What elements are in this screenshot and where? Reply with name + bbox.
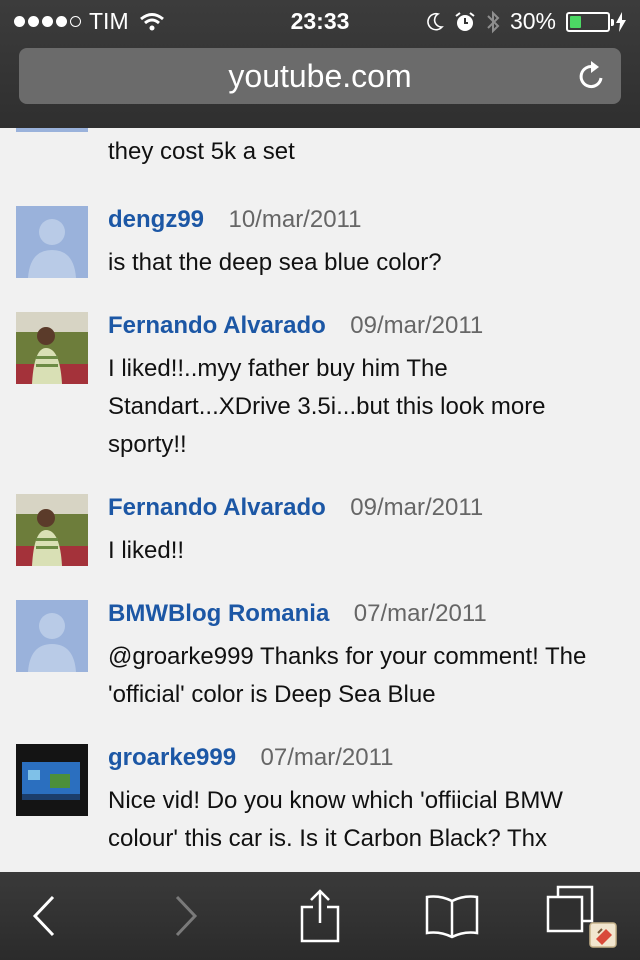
bookmarks-button[interactable]	[422, 888, 482, 944]
comment-header: Fernando Alvarado 09/mar/2011	[108, 494, 483, 522]
default-avatar[interactable]	[16, 600, 88, 672]
status-right: 30%	[426, 8, 626, 35]
comment-item: Fernando Alvarado 09/mar/2011 I liked!!.…	[0, 312, 640, 472]
comment-text: I liked!!..myy father buy him The Standa…	[108, 355, 546, 458]
comment-author[interactable]: groarke999	[108, 744, 236, 771]
comments-list[interactable]: they cost 5k a set dengz99 10/mar/2011 i…	[0, 128, 640, 872]
comment-text: they cost 5k a set	[108, 138, 295, 165]
comment-author[interactable]: Fernando Alvarado	[108, 312, 326, 339]
comment-text: @groarke999 Thanks for your comment! The…	[108, 643, 587, 708]
battery-fill	[570, 15, 581, 28]
address-bar[interactable]: youtube.com	[19, 48, 621, 104]
comment-item: BMWBlog Romania 07/mar/2011 @groarke999 …	[0, 600, 640, 720]
comment-text: Nice vid! Do you know which 'offiicial B…	[108, 787, 563, 852]
url-text[interactable]: youtube.com	[19, 58, 621, 95]
comment-date: 10/mar/2011	[228, 206, 362, 233]
back-icon	[29, 894, 59, 938]
back-button[interactable]	[14, 888, 74, 944]
forward-button[interactable]	[156, 888, 216, 944]
comment-header: dengz99 10/mar/2011	[108, 206, 361, 234]
reload-icon[interactable]	[577, 60, 607, 92]
tabs-icon	[542, 883, 622, 949]
comment-date: 07/mar/2011	[260, 744, 394, 771]
photo-avatar[interactable]	[16, 494, 88, 566]
comment-author[interactable]: Fernando Alvarado	[108, 494, 326, 521]
status-bar: TIM 23:33 30%	[0, 0, 640, 40]
tabs-button[interactable]	[546, 885, 617, 948]
comment-item: groarke999 07/mar/2011 Nice vid! Do you …	[0, 744, 640, 864]
comment-item: dengz99 10/mar/2011 is that the deep sea…	[0, 206, 640, 286]
comment-date: 09/mar/2011	[350, 312, 484, 339]
battery-icon	[566, 11, 614, 32]
browser-toolbar	[0, 872, 640, 960]
screen-avatar[interactable]	[16, 744, 88, 816]
comment-text: I liked!!	[108, 537, 185, 564]
battery-percent: 30%	[509, 8, 556, 34]
comment-header: BMWBlog Romania 07/mar/2011	[108, 600, 487, 628]
browser-top-bar: TIM 23:33 30% youtube.com	[0, 0, 640, 128]
comment-author[interactable]: BMWBlog Romania	[108, 600, 329, 627]
bluetooth-icon	[486, 10, 500, 34]
moon-icon	[426, 12, 444, 32]
avatar[interactable]	[16, 128, 88, 132]
comment-text: is that the deep sea blue color?	[108, 249, 442, 276]
share-icon	[299, 889, 341, 943]
comment-author[interactable]: dengz99	[108, 206, 204, 233]
forward-icon	[171, 894, 201, 938]
comment-date: 07/mar/2011	[353, 600, 487, 627]
charging-icon	[616, 11, 626, 32]
bookmarks-icon	[424, 893, 480, 939]
comment-date: 09/mar/2011	[350, 494, 484, 521]
share-button[interactable]	[290, 888, 350, 944]
default-avatar[interactable]	[16, 206, 88, 278]
comment-item: Fernando Alvarado 09/mar/2011 I liked!!	[0, 494, 640, 574]
comment-header: Fernando Alvarado 09/mar/2011	[108, 312, 483, 340]
comment-header: groarke999 07/mar/2011	[108, 744, 394, 772]
alarm-icon	[454, 11, 476, 33]
photo-avatar[interactable]	[16, 312, 88, 384]
